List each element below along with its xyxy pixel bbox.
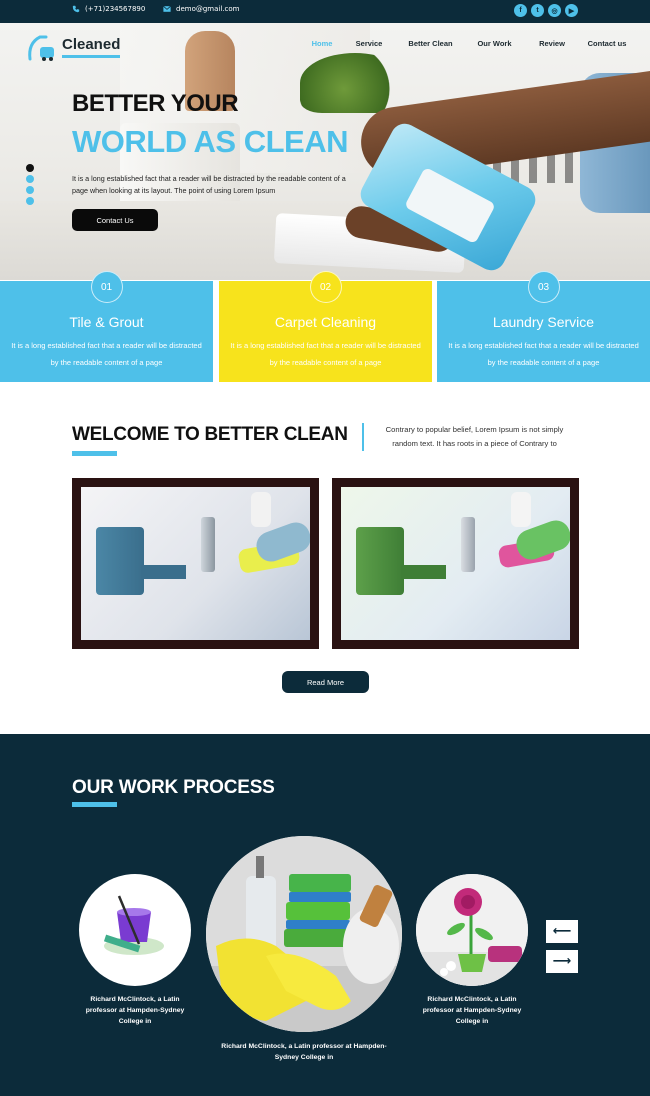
- email-address: demo@gmail.com: [176, 5, 240, 13]
- process-caption-3: Richard McClintock, a Latin professor at…: [422, 996, 522, 1025]
- carousel-prev-button[interactable]: ⟵: [546, 920, 578, 943]
- process-caption-2: Richard McClintock, a Latin professor at…: [221, 1043, 387, 1061]
- logo-text: Cleaned: [62, 36, 121, 58]
- hero-title-line2: WORLD AS CLEAN: [72, 124, 349, 159]
- process-image-mop-bucket[interactable]: [79, 874, 191, 986]
- flower-pot-image: [416, 874, 528, 986]
- email-contact[interactable]: demo@gmail.com: [163, 5, 239, 13]
- slider-dot-3[interactable]: [26, 186, 34, 194]
- service-title: Laundry Service: [492, 314, 595, 330]
- nav-home[interactable]: Home: [310, 39, 334, 48]
- social-links: f t ◎ ▶: [514, 4, 578, 17]
- mop-bucket-icon: [103, 895, 164, 955]
- nav-our-work[interactable]: Our Work: [457, 39, 532, 48]
- gallery-image-after: [332, 478, 579, 649]
- process-image-cleaning-supplies[interactable]: [206, 836, 402, 1032]
- read-more-button[interactable]: Read More: [282, 671, 369, 693]
- service-text: It is a long established fact that a rea…: [230, 341, 421, 367]
- nav-review[interactable]: Review: [532, 39, 572, 48]
- service-title: Tile & Grout: [69, 314, 144, 330]
- slider-dot-2[interactable]: [26, 175, 34, 183]
- slider-dot-1[interactable]: [26, 164, 34, 172]
- service-text: It is a long established fact that a rea…: [448, 341, 639, 367]
- process-image-flower-pot[interactable]: [416, 874, 528, 986]
- youtube-icon[interactable]: ▶: [565, 4, 578, 17]
- gallery-image-before: [72, 478, 319, 649]
- title-underline: [72, 451, 117, 456]
- nav-better-clean[interactable]: Better Clean: [404, 39, 457, 48]
- main-navigation: Home Service Better Clean Our Work Revie…: [310, 39, 642, 48]
- service-card-laundry-service[interactable]: 03 Laundry Service It is a long establis…: [437, 271, 650, 382]
- instagram-icon[interactable]: ◎: [548, 4, 561, 17]
- hero-title-line1: BETTER YOUR: [72, 90, 239, 117]
- phone-number: (+71)234567890: [85, 5, 146, 13]
- process-title-underline: [72, 802, 117, 807]
- process-title: OUR WORK PROCESS: [72, 777, 275, 798]
- service-number: 01: [90, 271, 123, 303]
- carousel-next-button[interactable]: ⟶: [546, 950, 578, 973]
- site-logo[interactable]: Cleaned: [26, 33, 121, 61]
- welcome-description: Contrary to popular belief, Lorem Ipsum …: [362, 423, 576, 451]
- process-caption-1: Richard McClintock, a Latin professor at…: [85, 996, 185, 1025]
- service-title: Carpet Cleaning: [274, 314, 377, 330]
- plant-image: [300, 53, 410, 113]
- service-number: 03: [527, 271, 560, 303]
- twitter-icon[interactable]: t: [531, 4, 544, 17]
- top-contact-bar: (+71)234567890 demo@gmail.com f t ◎ ▶: [0, 0, 650, 23]
- mail-icon: [163, 5, 171, 12]
- nav-contact-us[interactable]: Contact us: [572, 39, 642, 48]
- slider-dots: [26, 164, 34, 205]
- service-card-tile-grout[interactable]: 01 Tile & Grout It is a long established…: [0, 271, 213, 382]
- service-number: 02: [309, 271, 342, 303]
- hero-description: It is a long established fact that a rea…: [72, 174, 346, 195]
- contact-us-button[interactable]: Contact Us: [72, 209, 158, 231]
- service-text: It is a long established fact that a rea…: [11, 341, 202, 367]
- cleaning-supplies-image: [206, 836, 402, 1032]
- nav-service[interactable]: Service: [334, 39, 404, 48]
- phone-contact[interactable]: (+71)234567890: [72, 5, 145, 13]
- facebook-icon[interactable]: f: [514, 4, 527, 17]
- service-card-carpet-cleaning[interactable]: 02 Carpet Cleaning It is a long establis…: [219, 271, 432, 382]
- phone-icon: [72, 5, 80, 13]
- welcome-title: WELCOME TO BETTER CLEAN: [72, 424, 348, 445]
- slider-dot-4[interactable]: [26, 197, 34, 205]
- vacuum-logo-icon: [28, 35, 54, 61]
